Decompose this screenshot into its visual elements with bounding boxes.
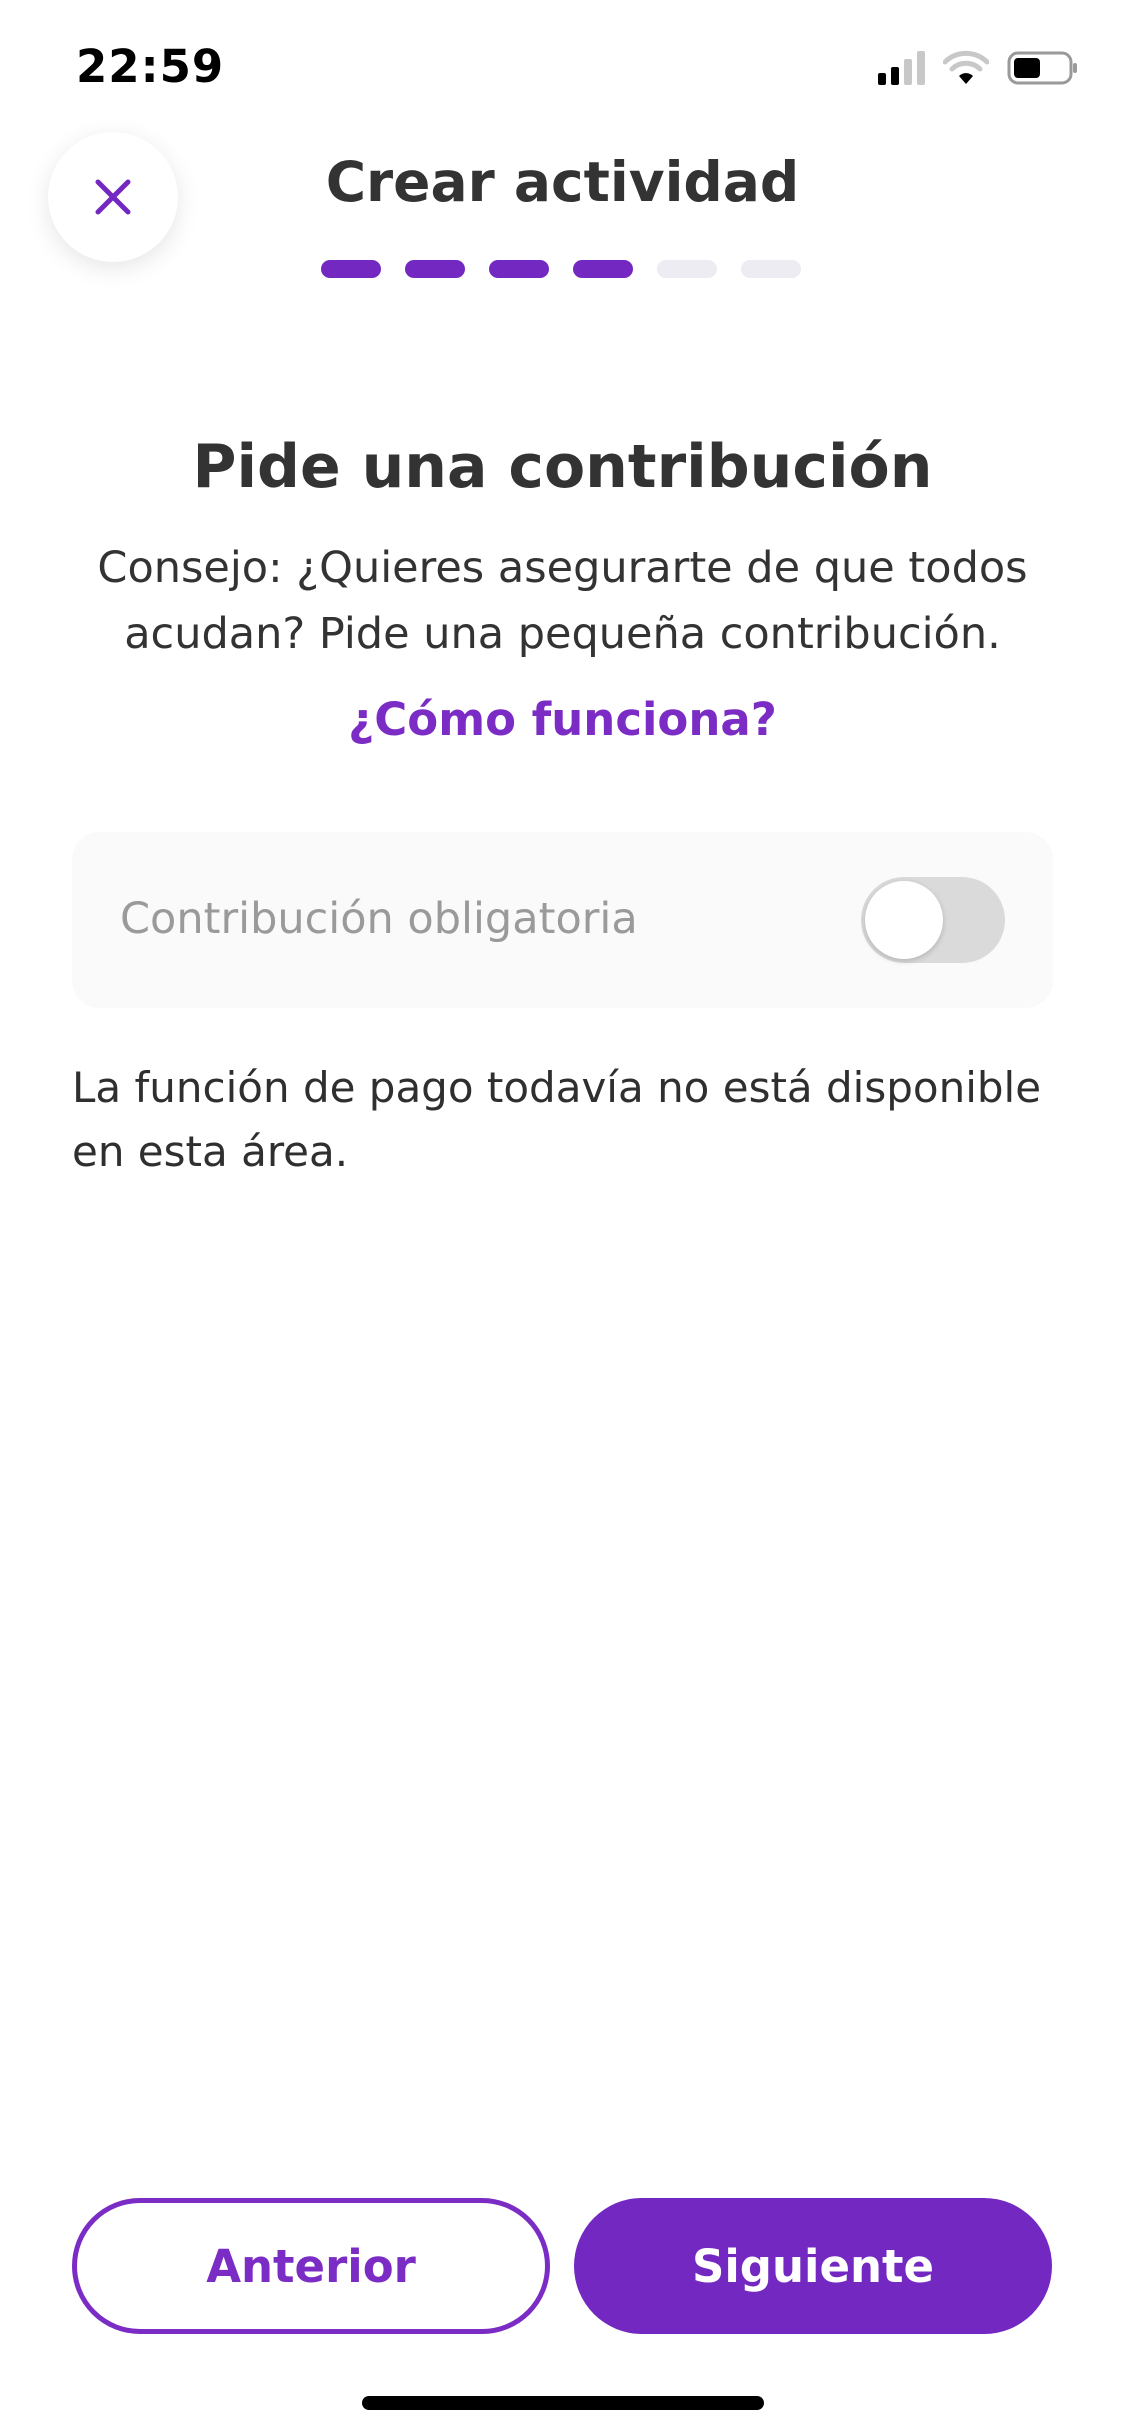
- mandatory-contribution-toggle[interactable]: [861, 877, 1005, 963]
- wifi-icon: [943, 50, 989, 86]
- payment-unavailable-note: La función de pago todavía no está dispo…: [72, 1063, 1042, 1176]
- progress-step-complete: [573, 260, 633, 278]
- status-time: 22:59: [76, 40, 225, 93]
- home-indicator: [362, 2396, 764, 2410]
- signal-icon: [878, 51, 925, 85]
- progress-step-pending: [657, 260, 717, 278]
- previous-button[interactable]: Anterior: [72, 2198, 550, 2334]
- progress-step-complete: [405, 260, 465, 278]
- section-title: Pide una contribución: [192, 432, 933, 502]
- toggle-knob: [865, 881, 943, 959]
- page-title: Crear actividad: [325, 150, 800, 214]
- step-progress-indicator: [321, 260, 801, 278]
- progress-step-complete: [489, 260, 549, 278]
- section-description: Consejo: ¿Quieres asegurarte de que todo…: [97, 543, 1028, 659]
- how-it-works-link[interactable]: ¿Cómo funciona?: [0, 693, 1125, 746]
- progress-step-pending: [741, 260, 801, 278]
- status-icons: [878, 50, 1079, 86]
- progress-step-complete: [321, 260, 381, 278]
- next-button[interactable]: Siguiente: [574, 2198, 1052, 2334]
- mandatory-contribution-row: Contribución obligatoria: [72, 832, 1053, 1008]
- mandatory-contribution-label: Contribución obligatoria: [120, 894, 638, 944]
- battery-icon: [1007, 51, 1079, 85]
- status-bar: 22:59: [0, 0, 1125, 130]
